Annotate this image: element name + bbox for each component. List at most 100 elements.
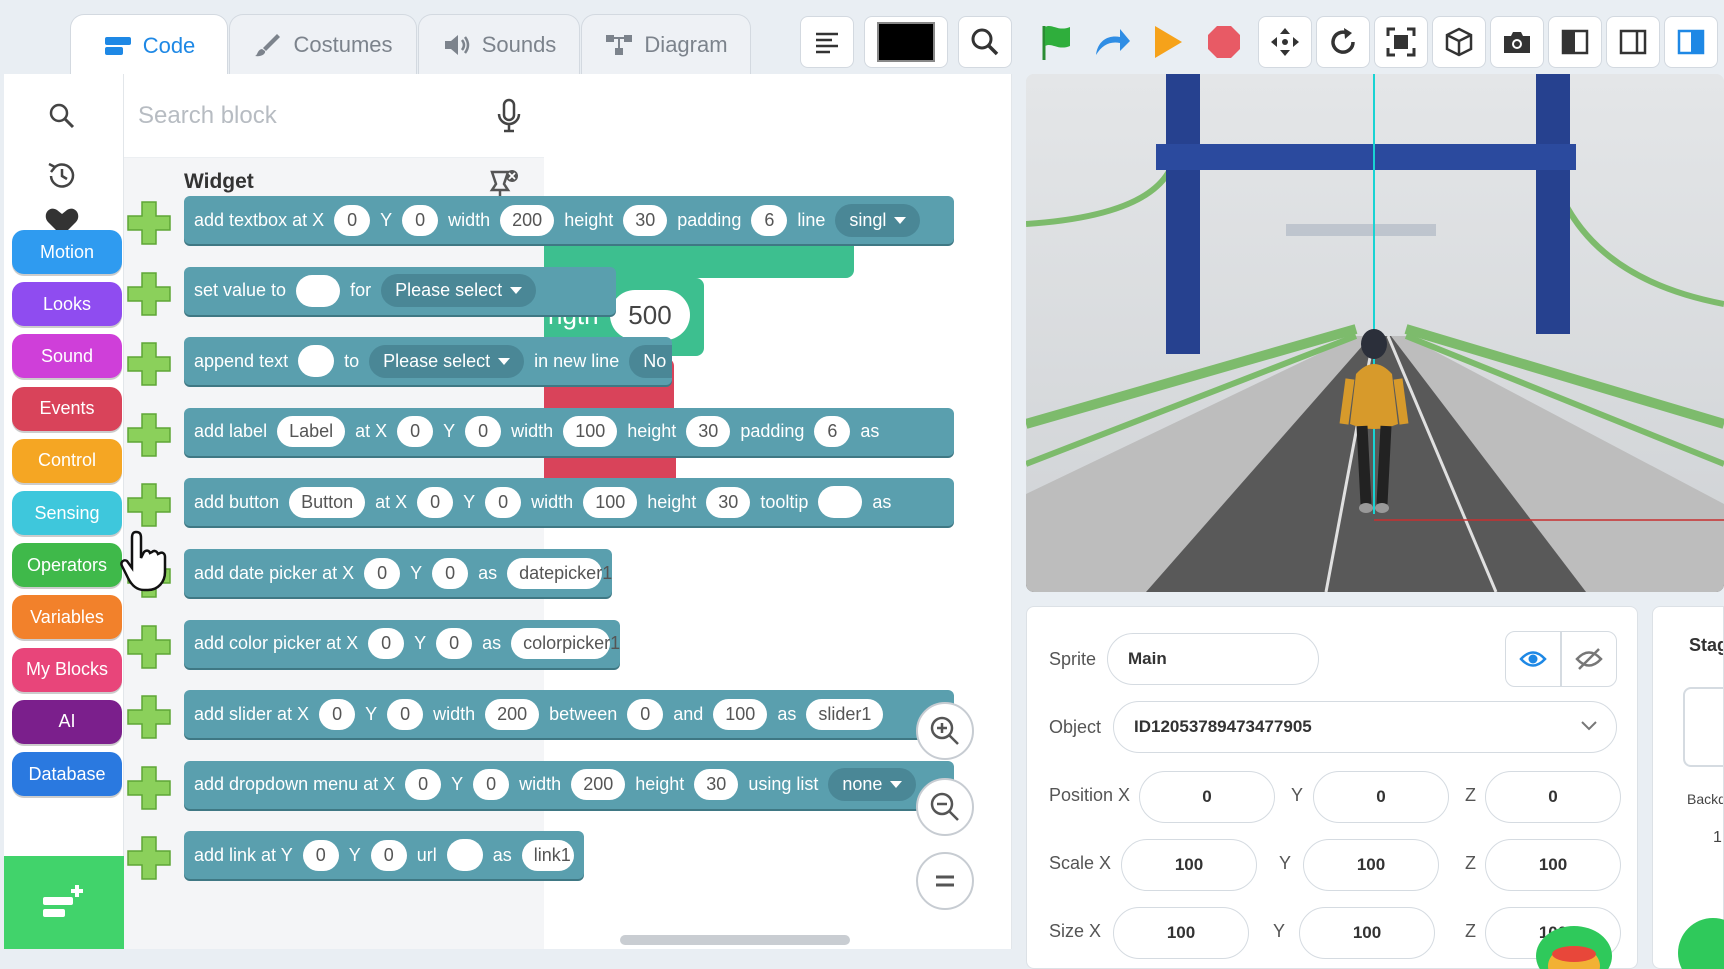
block-input[interactable]: 0	[368, 628, 405, 660]
block-input[interactable]: 0	[364, 557, 401, 589]
widget-block[interactable]: append text to Please select in new line No	[184, 337, 672, 386]
microphone-icon[interactable]	[496, 98, 522, 134]
green-flag-button[interactable]	[1032, 16, 1080, 68]
widget-block[interactable]: add button Button at X 0 Y 0 width 100 height 30 t…	[184, 478, 954, 527]
position-z-field[interactable]: 0	[1485, 771, 1621, 823]
color-picker-button[interactable]	[864, 16, 948, 68]
block-input[interactable]: 0	[627, 698, 664, 730]
add-block-plus-icon[interactable]	[126, 765, 172, 811]
show-sprite-button[interactable]	[1505, 631, 1561, 687]
move-button[interactable]	[1258, 16, 1312, 68]
block-input[interactable]: 100	[713, 698, 768, 730]
add-block-plus-icon[interactable]	[126, 835, 172, 881]
layout-left-button[interactable]	[1548, 16, 1602, 68]
size-x-field[interactable]: 100	[1113, 907, 1249, 959]
block-input[interactable]: 0	[436, 628, 473, 660]
widget-block[interactable]: add label Label at X 0 Y 0 width 100 height 30 pad…	[184, 407, 954, 456]
align-button[interactable]	[800, 16, 854, 68]
widget-block[interactable]: add dropdown menu at X 0 Y 0 width 200 height 3…	[184, 760, 954, 809]
category-sound[interactable]: Sound	[12, 334, 122, 379]
block-input[interactable]	[818, 486, 863, 519]
redo-button[interactable]	[1088, 16, 1136, 68]
block-input[interactable]: 100	[563, 416, 618, 448]
category-events[interactable]: Events	[12, 386, 122, 431]
add-block-plus-icon[interactable]	[126, 271, 172, 317]
category-ai[interactable]: AI	[12, 699, 122, 744]
category-control[interactable]: Control	[12, 438, 122, 483]
category-database[interactable]: Database	[12, 752, 122, 796]
block-input[interactable]: 0	[465, 416, 502, 448]
tab-code[interactable]: Code	[70, 14, 228, 76]
block-input[interactable]: 0	[387, 698, 424, 730]
block-input[interactable]: 30	[686, 416, 731, 448]
block-dropdown[interactable]: singl	[835, 203, 921, 237]
layout-right-button[interactable]	[1606, 16, 1660, 68]
block-input[interactable]: 6	[814, 416, 851, 448]
block-input[interactable]: 0	[334, 204, 371, 236]
workspace-horizontal-scrollbar[interactable]	[620, 935, 850, 945]
category-operators[interactable]: Operators	[12, 543, 122, 588]
camera-button[interactable]	[1490, 16, 1544, 68]
add-extension-button[interactable]	[4, 856, 124, 949]
layout-split-button[interactable]	[1664, 16, 1718, 68]
backdrop-thumbnail[interactable]	[1683, 687, 1723, 767]
object-select[interactable]: ID12053789473477905	[1113, 701, 1617, 753]
widget-block[interactable]: add color picker at X 0 Y 0 as colorpicker1	[184, 619, 620, 668]
block-dropdown[interactable]: Please select	[381, 274, 537, 308]
block-input[interactable]: Label	[277, 416, 346, 448]
history-icon[interactable]	[44, 158, 80, 194]
zoom-out-button[interactable]	[916, 778, 974, 836]
hide-sprite-button[interactable]	[1561, 631, 1617, 687]
block-input[interactable]: 6	[751, 204, 788, 236]
block-input[interactable]	[296, 274, 341, 307]
block-input[interactable]: 30	[694, 769, 739, 801]
zoom-in-button[interactable]	[916, 702, 974, 760]
block-input[interactable]: 0	[319, 698, 356, 730]
tab-diagram[interactable]: Diagram	[581, 14, 751, 74]
block-input[interactable]: 100	[583, 486, 638, 518]
block-input[interactable]: colorpicker1	[511, 628, 620, 660]
stage-canvas[interactable]	[1026, 74, 1724, 592]
block-input[interactable]	[446, 839, 483, 872]
play-button[interactable]	[1146, 16, 1190, 68]
tab-costumes[interactable]: Costumes	[229, 14, 417, 74]
category-my-blocks[interactable]: My Blocks	[12, 647, 122, 692]
3d-view-button[interactable]	[1432, 16, 1486, 68]
add-block-plus-icon[interactable]	[126, 200, 172, 246]
category-variables[interactable]: Variables	[12, 595, 122, 640]
widget-block[interactable]: add textbox at X 0 Y 0 width 200 height 30 paddi…	[184, 196, 954, 244]
scale-z-field[interactable]: 100	[1485, 839, 1621, 891]
category-looks[interactable]: Looks	[12, 282, 122, 327]
search-button[interactable]	[958, 16, 1012, 68]
block-input[interactable]: 0	[473, 769, 510, 801]
block-input[interactable]: 200	[500, 204, 555, 236]
block-search-bar[interactable]: Search block	[124, 74, 544, 158]
add-block-plus-icon[interactable]	[126, 694, 172, 740]
stop-button[interactable]	[1200, 16, 1248, 68]
block-input[interactable]: 0	[302, 839, 339, 871]
block-input[interactable]: link1	[521, 839, 574, 871]
block-input[interactable]: slider1	[806, 698, 884, 730]
block-input[interactable]: 30	[623, 204, 668, 236]
category-sensing[interactable]: Sensing	[12, 491, 122, 535]
block-input[interactable]: 0	[370, 839, 407, 871]
scale-x-field[interactable]: 100	[1121, 839, 1257, 891]
block-input[interactable]: 30	[706, 486, 751, 518]
block-dropdown[interactable]: Please select	[369, 344, 525, 378]
fullscreen-button[interactable]	[1374, 16, 1428, 68]
position-y-field[interactable]: 0	[1313, 771, 1449, 823]
widget-block[interactable]: add date picker at X 0 Y 0 as datepicker1	[184, 549, 612, 597]
block-input[interactable]: datepicker1	[507, 557, 612, 589]
block-dropdown[interactable]: No	[629, 344, 672, 378]
add-block-plus-icon[interactable]	[126, 482, 172, 528]
add-block-plus-icon[interactable]	[126, 412, 172, 458]
block-input[interactable]: 0	[417, 486, 454, 518]
zoom-reset-button[interactable]	[916, 852, 974, 910]
block-input[interactable]: 0	[485, 486, 522, 518]
tab-sounds[interactable]: Sounds	[418, 14, 580, 74]
add-block-plus-icon[interactable]	[126, 624, 172, 670]
scale-y-field[interactable]: 100	[1303, 839, 1439, 891]
sprite-name-field[interactable]: Main	[1107, 633, 1319, 685]
block-input[interactable]: 0	[405, 769, 442, 801]
block-search-input[interactable]: Search block	[138, 102, 277, 130]
